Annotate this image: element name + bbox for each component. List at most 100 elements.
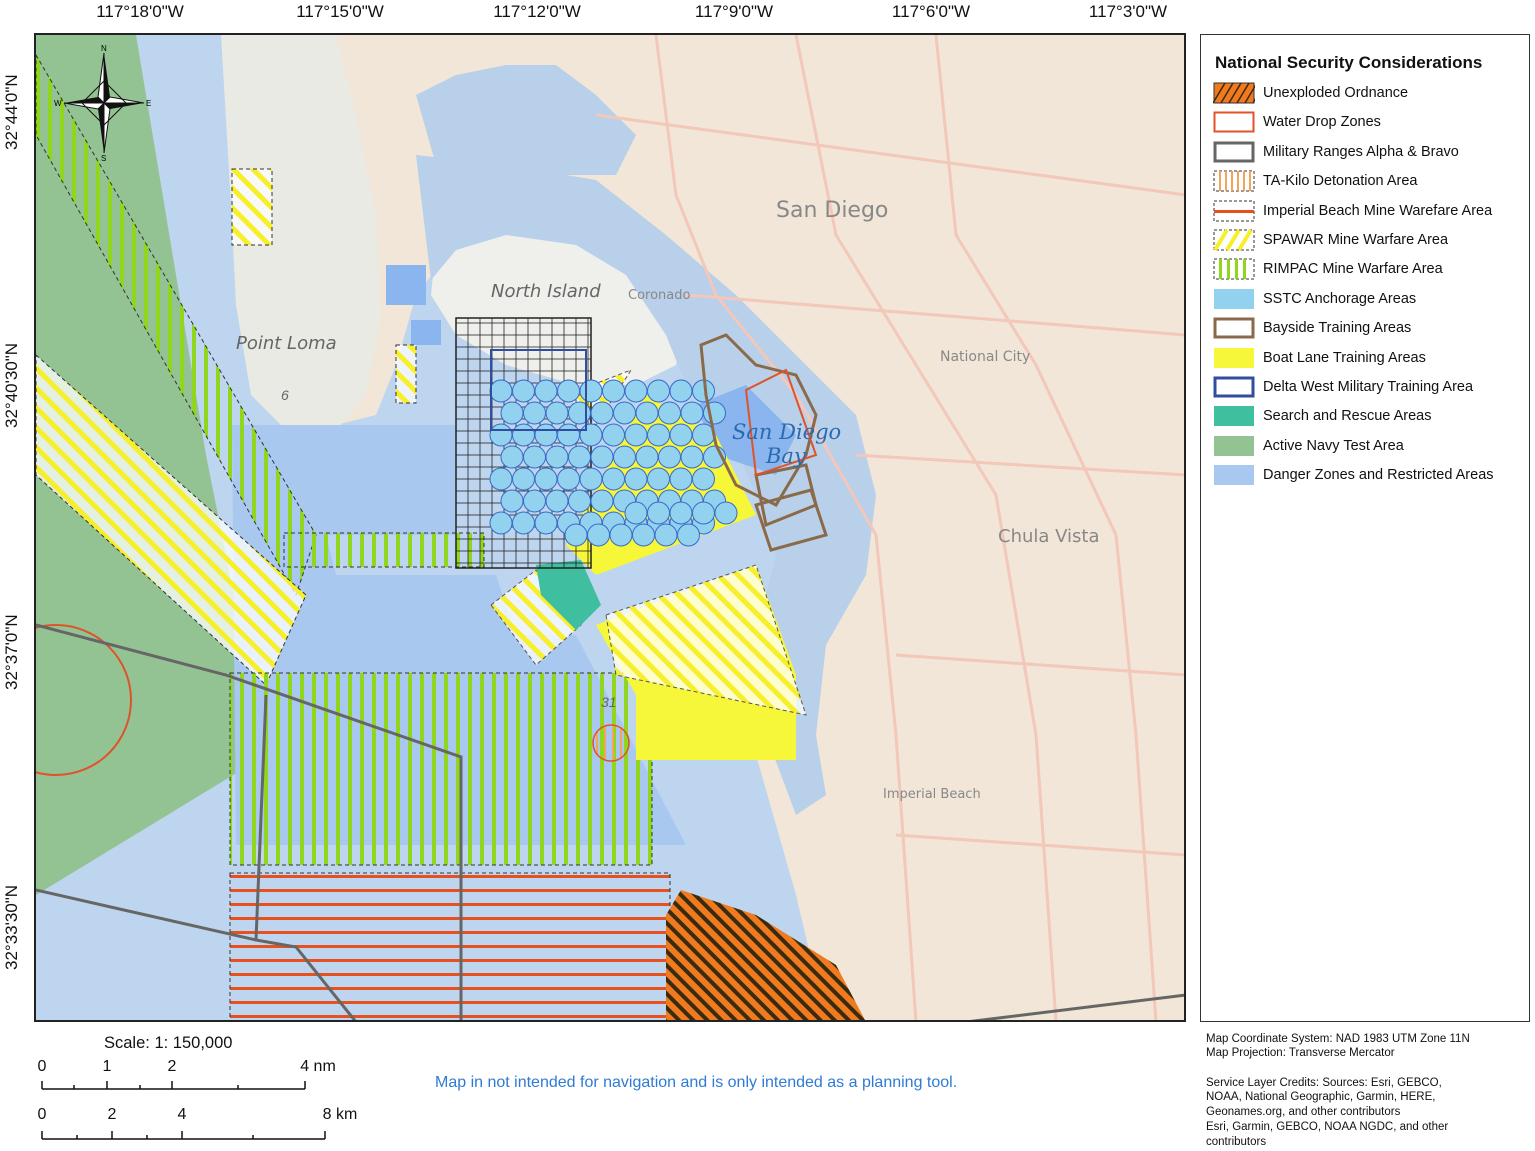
anchorage-circle[interactable] [489, 423, 513, 447]
anchorage-circle[interactable] [692, 467, 715, 491]
anchorage-circle[interactable] [534, 423, 558, 447]
anchorage-circle[interactable] [564, 523, 588, 547]
legend-item-label: Search and Rescue Areas [1263, 408, 1432, 425]
legend-item-label: Boat Lane Training Areas [1263, 349, 1426, 366]
anchorage-circle[interactable] [624, 467, 648, 491]
anchorage-circle[interactable] [602, 379, 625, 403]
anchorage-circle[interactable] [557, 379, 580, 403]
label-north-island: North Island [491, 281, 601, 302]
anchorage-circle[interactable] [523, 401, 546, 425]
anchorage-circle[interactable] [680, 445, 704, 469]
anchorage-circle[interactable] [512, 379, 535, 403]
legend-item: SPAWAR Mine Warfare Area [1213, 229, 1448, 251]
legend-swatch-icon [1213, 82, 1255, 104]
legend-swatch-icon [1214, 347, 1254, 368]
anchorage-circle[interactable] [647, 467, 670, 491]
rimpac-block-south[interactable] [229, 672, 653, 866]
anchorage-circle[interactable] [632, 523, 655, 547]
anchorage-circle[interactable] [647, 501, 670, 525]
anchorage-circle[interactable] [523, 445, 546, 469]
label-imperial-beach: Imperial Beach [883, 787, 981, 802]
anchorage-circle[interactable] [669, 423, 693, 447]
anchorage-circle[interactable] [613, 445, 636, 469]
anchorage-circle[interactable] [534, 511, 558, 535]
anchorage-circle[interactable] [523, 489, 546, 513]
anchorage-circle[interactable] [534, 379, 558, 403]
danger-zone-small-2[interactable] [411, 320, 441, 345]
anchorage-circle[interactable] [545, 445, 569, 469]
danger-zone-small-1[interactable] [386, 265, 426, 305]
longitude-label: 117°18'0"W [96, 2, 184, 21]
scale-title: Scale: 1: 150,000 [104, 1034, 233, 1052]
anchorage-circle[interactable] [669, 379, 693, 403]
anchorage-circle[interactable] [609, 523, 633, 547]
legend-item-label: Active Navy Test Area [1263, 437, 1404, 454]
anchorage-circle[interactable] [669, 467, 693, 491]
coord-system-text: Map Coordinate System: NAD 1983 UTM Zone… [1206, 1033, 1470, 1045]
anchorage-circle[interactable] [590, 401, 614, 425]
anchorage-circle[interactable] [568, 401, 591, 425]
legend-item: SSTC Anchorage Areas [1213, 288, 1416, 310]
anchorage-circle[interactable] [677, 523, 700, 547]
legend-swatch-icon [1213, 376, 1255, 398]
ta-kilo-detonation-area[interactable] [592, 724, 630, 762]
anchorage-circle[interactable] [579, 379, 603, 403]
legend-item-label: Military Ranges Alpha & Bravo [1263, 143, 1459, 160]
anchorage-circle[interactable] [602, 467, 625, 491]
anchorage-circle[interactable] [658, 401, 681, 425]
latitude-label: 32°44'0"N [2, 74, 21, 150]
anchorage-circle[interactable] [587, 523, 610, 547]
credits-text: Geonames.org, and other contributors [1206, 1106, 1401, 1118]
anchorage-circle[interactable] [635, 445, 659, 469]
legend-item: Danger Zones and Restricted Areas [1213, 464, 1494, 486]
anchorage-circle[interactable] [635, 401, 659, 425]
anchorage-circle[interactable] [647, 423, 670, 447]
latitude-label: 32°37'0"N [2, 614, 21, 690]
anchorage-circle[interactable] [658, 445, 681, 469]
anchorage-circle[interactable] [654, 523, 678, 547]
anchorage-circle[interactable] [512, 511, 535, 535]
anchorage-circle[interactable] [669, 501, 693, 525]
map-canvas[interactable]: San Diego North Island Coronado Point Lo… [36, 35, 1186, 1022]
anchorage-circle[interactable] [512, 423, 535, 447]
anchorage-circle[interactable] [613, 401, 636, 425]
anchorage-circle[interactable] [545, 401, 569, 425]
legend-item-label: SSTC Anchorage Areas [1263, 290, 1417, 307]
anchorage-circle[interactable] [579, 467, 603, 491]
legend-swatch-icon [1214, 288, 1254, 309]
anchorage-circle[interactable] [545, 489, 569, 513]
anchorage-circle[interactable] [680, 401, 704, 425]
anchorage-circle[interactable] [624, 379, 648, 403]
anchorage-circle[interactable] [500, 445, 524, 469]
anchorage-circle[interactable] [568, 445, 591, 469]
anchorage-circle[interactable] [557, 467, 580, 491]
anchorage-circle[interactable] [624, 423, 648, 447]
legend-item-label: Unexploded Ordnance [1263, 85, 1409, 101]
anchorage-circle[interactable] [579, 423, 603, 447]
anchorage-circle[interactable] [500, 489, 524, 513]
map-frame[interactable]: San Diego North Island Coronado Point Lo… [34, 33, 1186, 1022]
spawar-box-small[interactable] [395, 344, 417, 404]
anchorage-circle[interactable] [534, 467, 558, 491]
anchorage-circle[interactable] [692, 501, 715, 525]
legend-item: Delta West Military Training Area [1213, 376, 1473, 398]
anchorage-circle[interactable] [489, 379, 513, 403]
anchorage-circle[interactable] [714, 501, 738, 525]
anchorage-circle[interactable] [512, 467, 535, 491]
anchorage-circle[interactable] [500, 401, 524, 425]
compass-w: W [54, 99, 62, 108]
anchorage-circle[interactable] [489, 467, 513, 491]
anchorage-circle[interactable] [590, 445, 614, 469]
anchorage-circle[interactable] [568, 489, 591, 513]
credits-text: NOAA, National Geographic, Garmin, HERE, [1206, 1091, 1436, 1103]
anchorage-circle[interactable] [557, 423, 580, 447]
spawar-box-north[interactable] [231, 168, 273, 246]
rimpac-block-mid[interactable] [283, 532, 485, 568]
longitude-label: 117°6'0"W [891, 2, 971, 21]
anchorage-circle[interactable] [624, 501, 648, 525]
anchorage-circle[interactable] [590, 489, 614, 513]
anchorage-circle[interactable] [489, 511, 513, 535]
credits-text: Esri, Garmin, GEBCO, NOAA NGDC, and othe… [1206, 1121, 1449, 1133]
anchorage-circle[interactable] [647, 379, 670, 403]
anchorage-circle[interactable] [602, 423, 625, 447]
